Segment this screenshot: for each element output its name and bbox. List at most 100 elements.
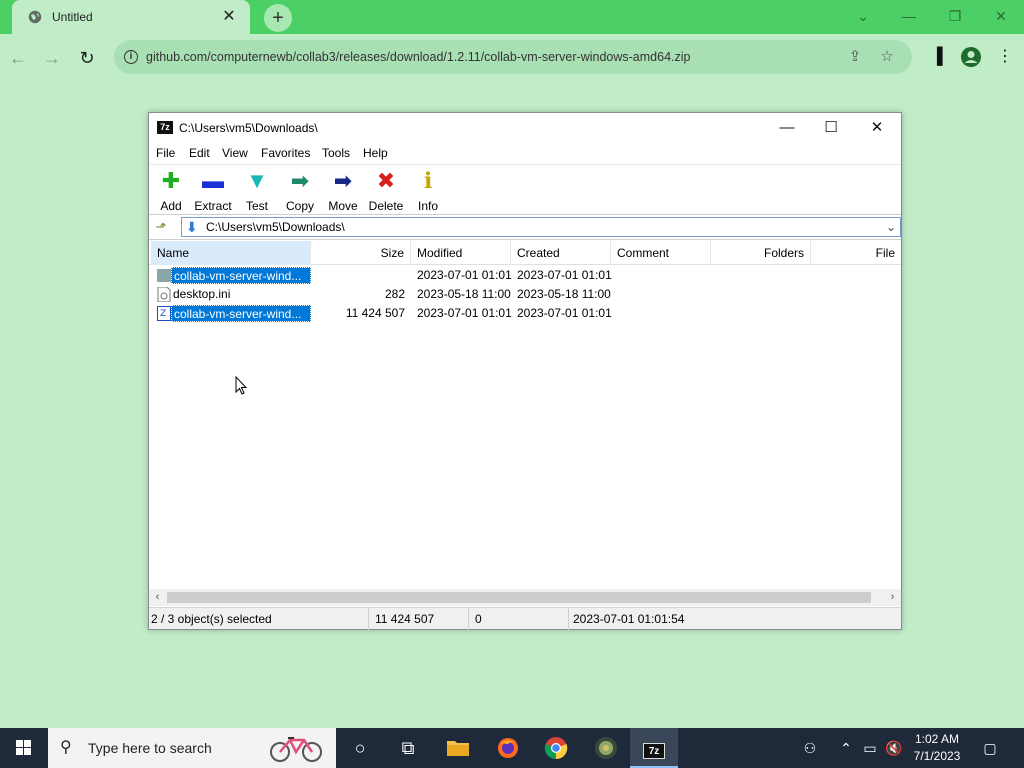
extract-button[interactable]: ▬ Extract bbox=[191, 168, 235, 214]
menu-file[interactable]: File bbox=[156, 146, 175, 160]
chevron-up-icon[interactable]: ⌃ bbox=[836, 738, 856, 758]
add-button[interactable]: ✚ Add bbox=[149, 168, 193, 214]
vm-app-icon[interactable] bbox=[582, 728, 630, 768]
test-label: Test bbox=[245, 199, 268, 213]
info-label: Info bbox=[417, 199, 438, 213]
profile-avatar-icon[interactable] bbox=[960, 46, 982, 68]
close-button[interactable]: ✕ bbox=[855, 117, 899, 139]
chrome-icon[interactable] bbox=[532, 728, 580, 768]
menu-favorites[interactable]: Favorites bbox=[261, 146, 310, 160]
taskbar-search-box[interactable]: ⚲ Type here to search bbox=[48, 728, 336, 768]
task-view-icon[interactable]: ⧉ bbox=[384, 728, 432, 768]
7zip-taskbar-icon[interactable]: 7z bbox=[630, 728, 678, 768]
maximize-button[interactable]: ☐ bbox=[809, 117, 853, 139]
people-icon[interactable]: ⚇ bbox=[800, 738, 820, 758]
file-modified: 2023-07-01 01:01 bbox=[417, 268, 512, 282]
file-size: 282 bbox=[384, 287, 405, 301]
menu-bar: File Edit View Favorites Tools Help bbox=[149, 143, 901, 163]
column-created[interactable]: Created bbox=[511, 241, 611, 265]
share-icon[interactable]: ⇪ bbox=[846, 48, 864, 66]
site-info-icon[interactable]: i bbox=[124, 50, 138, 64]
extract-label: Extract bbox=[194, 199, 232, 213]
reload-icon[interactable]: ↻ bbox=[75, 46, 99, 70]
tab-search-chevron-icon[interactable]: ⌄ bbox=[848, 4, 878, 28]
file-list[interactable]: Name Size Modified Created Comment Folde… bbox=[149, 241, 901, 589]
clock-date: 7/1/2023 bbox=[913, 749, 961, 763]
move-button[interactable]: ➡ Move bbox=[321, 169, 365, 214]
file-row[interactable]: collab-vm-server-wind... 2023-07-01 01:0… bbox=[149, 266, 901, 285]
bookmark-star-icon[interactable]: ☆ bbox=[878, 48, 896, 66]
address-bar[interactable]: i github.com/computernewb/collab3/releas… bbox=[114, 40, 912, 74]
window-titlebar[interactable]: 7z C:\Users\vm5\Downloads\ — ☐ ✕ bbox=[149, 113, 901, 143]
new-tab-button[interactable]: + bbox=[264, 4, 292, 32]
menu-tools[interactable]: Tools bbox=[322, 146, 350, 160]
column-modified[interactable]: Modified bbox=[411, 241, 511, 265]
path-combobox[interactable]: ⬇ C:\Users\vm5\Downloads\ ⌄ bbox=[181, 217, 901, 237]
extract-minus-icon: ▬ bbox=[202, 168, 224, 193]
file-explorer-icon[interactable] bbox=[434, 728, 482, 768]
test-check-icon: ▼ bbox=[246, 168, 268, 193]
toolbar: ✚ Add ▬ Extract ▼ Test ➡ Copy ➡ Move ✖ D… bbox=[149, 164, 901, 214]
close-window-button[interactable]: ✕ bbox=[986, 4, 1016, 28]
info-i-icon: ℹ bbox=[423, 168, 433, 193]
minimize-window-button[interactable]: — bbox=[894, 4, 924, 28]
cortana-icon[interactable]: ○ bbox=[336, 728, 384, 768]
menu-edit[interactable]: Edit bbox=[189, 146, 210, 160]
globe-icon bbox=[28, 10, 42, 24]
search-icon: ⚲ bbox=[60, 739, 72, 756]
notification-icon[interactable]: ▢ bbox=[980, 738, 1000, 758]
list-header: Name Size Modified Created Comment Folde… bbox=[149, 241, 901, 265]
menu-view[interactable]: View bbox=[222, 146, 248, 160]
minimize-button[interactable]: — bbox=[765, 117, 809, 139]
scroll-thumb[interactable] bbox=[167, 592, 871, 603]
forward-arrow-icon[interactable]: → bbox=[40, 46, 64, 70]
tab-close-icon[interactable]: ✕ bbox=[220, 8, 238, 26]
delete-label: Delete bbox=[368, 199, 404, 213]
column-files[interactable]: File bbox=[811, 241, 901, 265]
side-panel-icon[interactable]: ▐ bbox=[926, 46, 948, 68]
add-plus-icon: ✚ bbox=[161, 168, 181, 193]
clock[interactable]: 1:02 AM 7/1/2023 bbox=[904, 731, 970, 765]
column-name[interactable]: Name bbox=[151, 241, 311, 265]
file-row[interactable]: Z collab-vm-server-wind... 11 424 507 20… bbox=[149, 304, 901, 323]
folder-up-icon[interactable]: ⬏ bbox=[153, 219, 169, 235]
7zip-file-manager-window: 7z C:\Users\vm5\Downloads\ — ☐ ✕ File Ed… bbox=[148, 112, 902, 630]
menu-help[interactable]: Help bbox=[363, 146, 388, 160]
clock-time: 1:02 AM bbox=[914, 732, 960, 746]
back-arrow-icon[interactable]: ← bbox=[6, 46, 30, 70]
browser-tab[interactable]: Untitled ✕ bbox=[12, 0, 250, 34]
firefox-icon[interactable] bbox=[484, 728, 532, 768]
search-placeholder: Type here to search bbox=[88, 740, 212, 756]
info-button[interactable]: ℹ Info bbox=[406, 168, 450, 214]
test-button[interactable]: ▼ Test bbox=[235, 168, 279, 214]
copy-button[interactable]: ➡ Copy bbox=[278, 169, 322, 214]
browser-menu-icon[interactable]: ⋮ bbox=[994, 46, 1016, 68]
volume-muted-icon[interactable]: 🔇 bbox=[884, 738, 904, 758]
scroll-left-icon[interactable]: ‹ bbox=[149, 589, 166, 606]
status-date: 2023-07-01 01:01:54 bbox=[573, 612, 685, 626]
chevron-down-icon[interactable]: ⌄ bbox=[886, 220, 896, 234]
status-size: 11 424 507 bbox=[371, 608, 469, 630]
delete-x-icon: ✖ bbox=[376, 168, 396, 193]
column-size[interactable]: Size bbox=[311, 241, 411, 265]
file-row[interactable]: desktop.ini 282 2023-05-18 11:00 2023-05… bbox=[149, 285, 901, 304]
column-folders[interactable]: Folders bbox=[711, 241, 811, 265]
network-icon[interactable]: ▭ bbox=[860, 738, 880, 758]
7zip-badge: 7z bbox=[643, 743, 665, 759]
restore-window-button[interactable]: ❐ bbox=[940, 4, 970, 28]
file-name: desktop.ini bbox=[173, 287, 231, 301]
column-comment[interactable]: Comment bbox=[611, 241, 711, 265]
horizontal-scrollbar[interactable]: ‹ › bbox=[149, 589, 901, 606]
file-name: collab-vm-server-wind... bbox=[171, 267, 311, 284]
scroll-right-icon[interactable]: › bbox=[884, 589, 901, 606]
url-text: github.com/computernewb/collab3/releases… bbox=[146, 50, 691, 64]
file-modified: 2023-07-01 01:01 bbox=[417, 306, 512, 320]
file-created: 2023-07-01 01:01 bbox=[517, 306, 612, 320]
start-button[interactable] bbox=[0, 728, 48, 768]
bicycle-icon bbox=[270, 737, 322, 762]
delete-button[interactable]: ✖ Delete bbox=[364, 168, 408, 214]
browser-toolbar: ← → ↻ i github.com/computernewb/collab3/… bbox=[0, 34, 1024, 80]
tab-title: Untitled bbox=[52, 10, 93, 24]
windows-logo-icon bbox=[16, 740, 31, 755]
address-row: ⬏ ⬇ C:\Users\vm5\Downloads\ ⌄ bbox=[149, 214, 901, 240]
